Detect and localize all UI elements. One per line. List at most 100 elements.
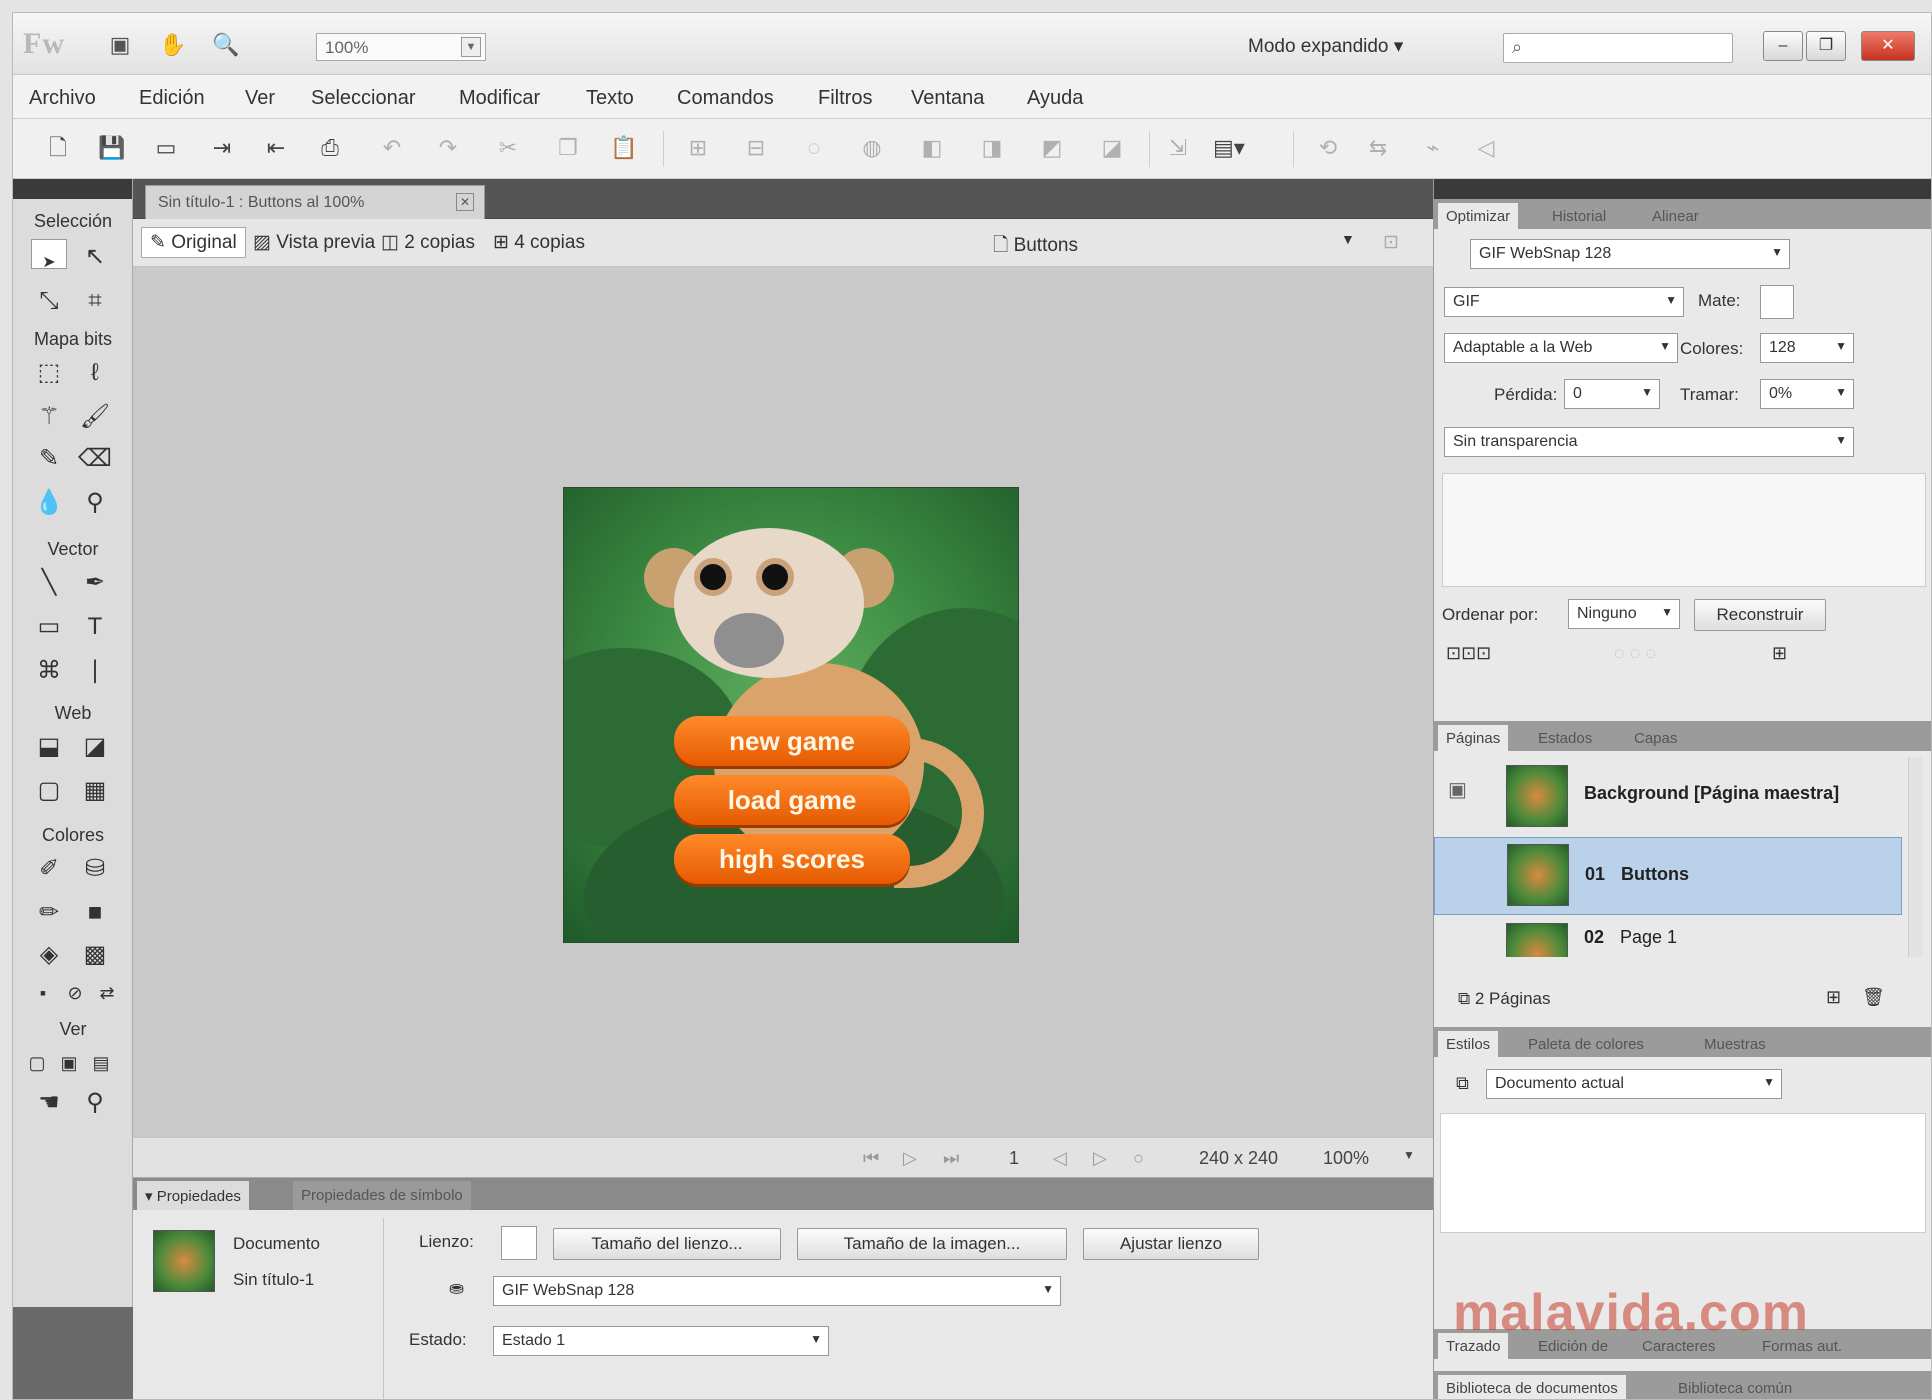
lock-color-icons[interactable]: ◌ ◌ ◌ [1614, 643, 1656, 664]
save-icon[interactable]: 💾 [97, 133, 127, 163]
load-game-button[interactable]: load game [674, 775, 910, 825]
menu-modificar[interactable]: Modificar [459, 87, 540, 110]
view-preview-tab[interactable]: ▨ Vista previa [253, 231, 375, 254]
rectangle-tool-icon[interactable]: ▭ [31, 609, 67, 645]
layout-icon[interactable]: ▣ [105, 31, 135, 59]
rotate-icon[interactable]: ⟲ [1313, 133, 1343, 163]
rebuild-button[interactable]: Reconstruir [1694, 599, 1826, 631]
redo-icon[interactable]: ↷ [433, 133, 463, 163]
tab-biblioteca-documentos[interactable]: Biblioteca de documentos [1438, 1375, 1626, 1399]
crop-tool-icon[interactable]: ⌗ [77, 283, 113, 319]
text-tool-icon[interactable]: T [77, 609, 113, 645]
flip-icon[interactable]: ⇆ [1363, 133, 1393, 163]
view-original-tab[interactable]: ✎ Original [141, 227, 246, 258]
pointer-tool-icon[interactable]: ➤ [31, 239, 67, 271]
tab-paleta-colores[interactable]: Paleta de colores [1520, 1031, 1652, 1057]
paste-icon[interactable]: 📋 [609, 133, 639, 163]
loss-input[interactable]: 0 ▼ [1564, 379, 1660, 409]
arrange-icon[interactable]: ▤▾ [1213, 133, 1245, 163]
open-icon[interactable]: ▭ [151, 133, 181, 163]
pages-scrollbar[interactable] [1908, 757, 1922, 957]
full-screen-menu-icon[interactable]: ▣ [51, 1045, 87, 1081]
colors-select[interactable]: 128 ▼ [1760, 333, 1854, 363]
close-tab-icon[interactable]: ✕ [456, 193, 474, 211]
view-4up-tab[interactable]: ⊞ 4 copias [493, 231, 585, 254]
optimize-preset-select[interactable]: GIF WebSnap 128 ▼ [1470, 239, 1790, 269]
canvas-area[interactable]: new game load game high scores [133, 267, 1433, 1137]
tab-optimizar[interactable]: Optimizar [1438, 203, 1519, 229]
page-options-icon[interactable]: ⊡ [1383, 231, 1399, 254]
palette-select[interactable]: Adaptable a la Web ▼ [1444, 333, 1678, 363]
menu-texto[interactable]: Texto [586, 87, 634, 110]
paint-bucket-icon[interactable]: ⛁ [77, 851, 113, 887]
first-frame-icon[interactable]: ⏮ [863, 1148, 879, 1169]
undo-icon[interactable]: ↶ [377, 133, 407, 163]
magic-wand-icon[interactable]: ⚚ [31, 399, 67, 435]
ungroup-icon[interactable]: ⊟ [741, 133, 771, 163]
add-color-icon[interactable]: ⊞ [1772, 643, 1787, 664]
edit-color-icons[interactable]: ⊡⊡⊡ [1446, 643, 1491, 664]
fill-swatch-icon[interactable]: ▩ [77, 937, 113, 973]
default-colors-icon[interactable]: ▪ [25, 975, 61, 1011]
play-icon[interactable]: ▷ [903, 1148, 917, 1169]
page-item-master[interactable]: ▣ Background [Página maestra] [1434, 757, 1902, 835]
fit-canvas-button[interactable]: Ajustar lienzo [1083, 1228, 1259, 1260]
chevron-down-icon[interactable]: ▼ [1403, 1148, 1415, 1162]
align-icon[interactable]: ⇲ [1163, 133, 1193, 163]
loop-icon[interactable]: ○ [1133, 1148, 1144, 1169]
menu-filtros[interactable]: Filtros [818, 87, 872, 110]
delete-page-icon[interactable]: 🗑 [1862, 987, 1885, 1008]
hotspot-tool-icon[interactable]: ⬓ [31, 729, 67, 765]
next-frame-icon[interactable]: ▷ [1093, 1148, 1107, 1169]
stroke-color-icon[interactable]: ✏ [31, 895, 67, 931]
distort-icon[interactable]: ◁ [1471, 133, 1501, 163]
brush-tool-icon[interactable]: 🖌 [77, 399, 113, 435]
prev-frame-icon[interactable]: ◁ [1053, 1148, 1067, 1169]
cut-icon[interactable]: ✂ [493, 133, 523, 163]
subselect-tool-icon[interactable]: ↖ [77, 239, 113, 275]
skew-icon[interactable]: ⌁ [1418, 133, 1448, 163]
menu-edicion[interactable]: Edición [139, 87, 205, 110]
page-item-page1[interactable]: 02 Page 1 [1434, 917, 1902, 957]
full-screen-icon[interactable]: ▤ [83, 1045, 119, 1081]
hide-slices-icon[interactable]: ▢ [31, 773, 67, 809]
view-2up-tab[interactable]: ◫ 2 copias [381, 231, 475, 254]
crop-shape-icon[interactable]: ◩ [1037, 133, 1067, 163]
import-icon[interactable]: ⇥ [207, 133, 237, 163]
export-icon[interactable]: ⇤ [261, 133, 291, 163]
eyedropper-tool-icon[interactable]: ✐ [31, 851, 67, 887]
stamp-tool-icon[interactable]: ⚲ [77, 485, 113, 521]
zoom-tool-icon[interactable]: ⚲ [77, 1085, 113, 1121]
state-select[interactable]: Estado 1 ▼ [493, 1326, 829, 1356]
search-input[interactable]: ⌕ [1503, 33, 1733, 63]
high-scores-button[interactable]: high scores [674, 834, 910, 884]
styles-source-select[interactable]: Documento actual ▼ [1486, 1069, 1782, 1099]
image-size-button[interactable]: Tamaño de la imagen... [797, 1228, 1067, 1260]
freeform-tool-icon[interactable]: ⌘ [31, 653, 67, 689]
tab-alinear[interactable]: Alinear [1644, 203, 1707, 229]
eraser-tool-icon[interactable]: ⌫ [77, 441, 113, 477]
menu-archivo[interactable]: Archivo [29, 87, 96, 110]
swap-colors-icon[interactable]: ⇄ [89, 975, 125, 1011]
maximize-button[interactable]: ❐ [1806, 31, 1846, 61]
scale-tool-icon[interactable]: ⤡ [31, 283, 67, 319]
tab-properties[interactable]: ▾ Propiedades [137, 1181, 249, 1210]
format-select[interactable]: GIF ▼ [1444, 287, 1684, 317]
tab-capas[interactable]: Capas [1626, 725, 1685, 751]
game-artwork[interactable]: new game load game high scores [563, 487, 1019, 943]
line-tool-icon[interactable]: ╲ [31, 565, 67, 601]
menu-seleccionar[interactable]: Seleccionar [311, 87, 416, 110]
tab-estilos[interactable]: Estilos [1438, 1031, 1499, 1057]
palette-preview[interactable] [1442, 473, 1926, 587]
new-page-icon[interactable]: ⊞ [1826, 987, 1841, 1008]
menu-ver[interactable]: Ver [245, 87, 275, 110]
new-file-icon[interactable]: 🗋 [43, 133, 73, 163]
canvas-size-button[interactable]: Tamaño del lienzo... [553, 1228, 781, 1260]
bring-front-icon[interactable]: ◪ [1097, 133, 1127, 163]
menu-ayuda[interactable]: Ayuda [1027, 87, 1083, 110]
lasso-tool-icon[interactable]: ℓ [77, 355, 113, 391]
no-color-icon[interactable]: ⊘ [57, 975, 93, 1011]
page-visibility-icon[interactable]: ▣ [1448, 777, 1467, 802]
matte-swatch[interactable] [1760, 285, 1794, 319]
group-icon[interactable]: ⊞ [683, 133, 713, 163]
